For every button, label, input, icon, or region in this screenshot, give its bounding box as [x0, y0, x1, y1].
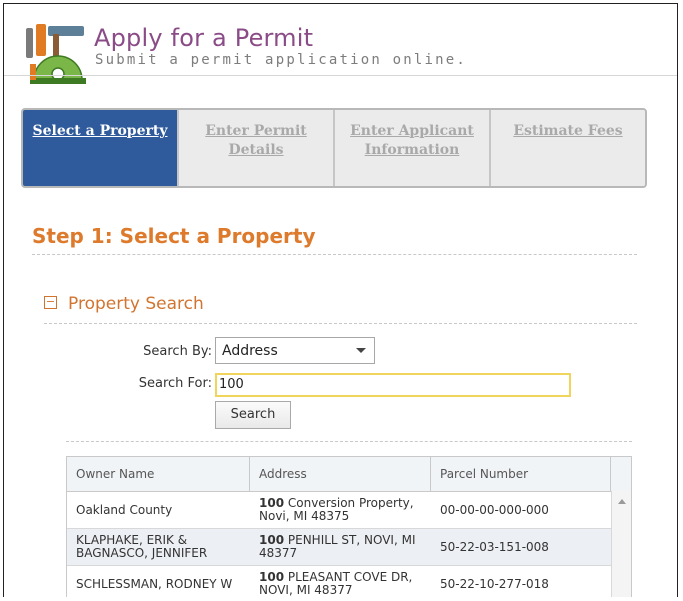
column-header-parcel-number[interactable]: Parcel Number — [431, 457, 611, 491]
search-for-input[interactable]: 100 — [215, 373, 571, 397]
table-scrollbar[interactable] — [611, 491, 631, 597]
table-row[interactable]: KLAPHAKE, ERIK & BAGNASCO, JENNIFER 100 … — [67, 529, 611, 566]
step-enter-permit-details[interactable]: Enter Permit Details — [179, 110, 335, 186]
address-cell: 100 Conversion Property, Novi, MI 48375 — [259, 496, 414, 523]
parcel-number-cell: 00-00-00-000-000 — [440, 502, 549, 517]
search-by-value: Address — [222, 343, 278, 359]
results-table: Owner Name Address Parcel Number Oakland… — [66, 456, 632, 597]
step-wizard: Select a Property Enter Permit Details E… — [21, 108, 647, 188]
divider — [44, 323, 637, 324]
parcel-number-cell: 50-22-10-277-018 — [440, 576, 549, 591]
scroll-up-arrow-icon[interactable] — [618, 499, 626, 504]
step-heading: Step 1: Select a Property — [32, 224, 316, 248]
search-by-select[interactable]: Address — [215, 337, 375, 364]
parcel-number-cell: 50-22-03-151-008 — [440, 539, 549, 554]
collapse-toggle-icon[interactable]: − — [44, 296, 57, 309]
search-by-label: Search By: — [143, 344, 212, 359]
owner-name-cell: SCHLESSMAN, RODNEY W — [76, 576, 233, 591]
divider — [66, 441, 632, 442]
header-divider — [4, 75, 677, 76]
owner-name-cell: KLAPHAKE, ERIK & BAGNASCO, JENNIFER — [76, 533, 208, 560]
divider — [32, 254, 637, 255]
table-header: Owner Name Address Parcel Number — [67, 457, 631, 492]
section-title: Property Search — [68, 294, 204, 314]
scrollbar-header — [611, 457, 631, 491]
step-select-property[interactable]: Select a Property — [23, 110, 179, 186]
column-header-owner-name[interactable]: Owner Name — [67, 457, 250, 491]
app-frame: Apply for a Permit Submit a permit appli… — [3, 3, 678, 597]
step-enter-applicant-information[interactable]: Enter Applicant Information — [335, 110, 491, 186]
owner-name-cell: Oakland County — [76, 502, 173, 517]
address-cell: 100 PENHILL ST, NOVI, MI 48377 — [259, 533, 416, 560]
search-button[interactable]: Search — [215, 401, 291, 429]
page-header: Apply for a Permit Submit a permit appli… — [4, 4, 677, 96]
chevron-down-icon — [356, 348, 366, 353]
table-row[interactable]: Oakland County 100 Conversion Property, … — [67, 492, 611, 529]
page-title: Apply for a Permit — [94, 24, 314, 52]
table-row[interactable]: SCHLESSMAN, RODNEY W 100 PLEASANT COVE D… — [67, 566, 611, 597]
address-cell: 100 PLEASANT COVE DR, NOVI, MI 48377 — [259, 570, 413, 597]
column-header-address[interactable]: Address — [250, 457, 431, 491]
permit-tools-logo-icon — [26, 24, 86, 84]
search-for-label: Search For: — [138, 376, 212, 391]
step-estimate-fees[interactable]: Estimate Fees — [491, 110, 645, 186]
page-subtitle: Submit a permit application online. — [95, 52, 468, 68]
